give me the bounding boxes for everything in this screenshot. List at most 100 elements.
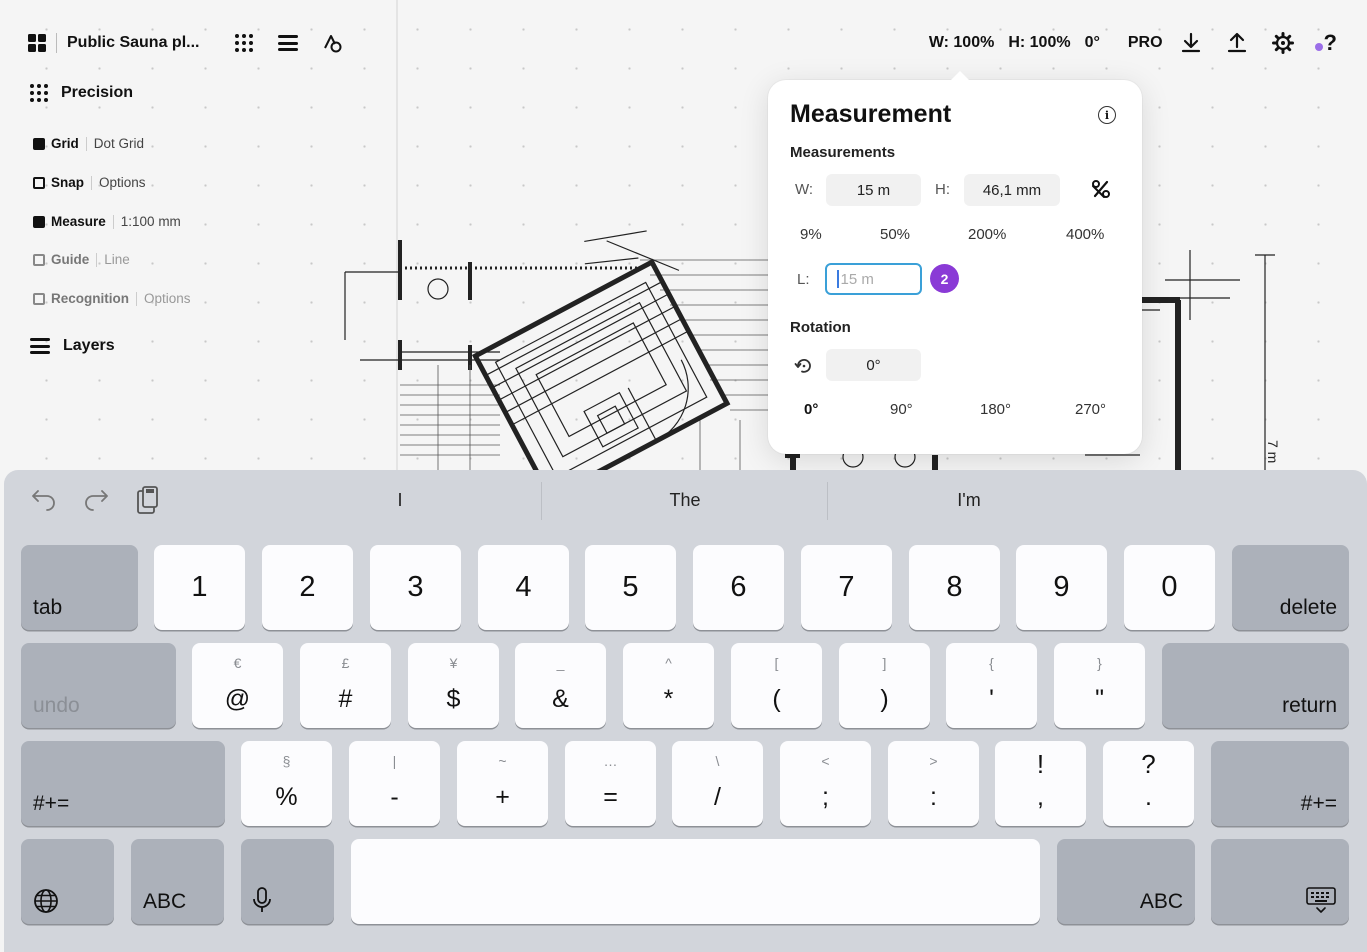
key-char: + xyxy=(495,783,510,811)
delete-key[interactable]: delete xyxy=(1232,545,1349,630)
key-equals[interactable]: … = xyxy=(565,741,656,826)
settings-gear-icon[interactable] xyxy=(1271,31,1295,55)
scale-preset-9[interactable]: 9% xyxy=(800,226,822,243)
tab-key[interactable]: tab xyxy=(21,545,138,630)
option-snap[interactable]: Snap Options xyxy=(33,175,146,190)
redo-arrow-icon[interactable] xyxy=(82,488,110,514)
option-guide[interactable]: Guide Line xyxy=(33,252,130,267)
more-symbols-key-right[interactable]: #+= xyxy=(1211,741,1349,826)
key-7[interactable]: 7 xyxy=(801,545,892,630)
grid-type-value[interactable]: Dot Grid xyxy=(94,136,144,151)
key-2[interactable]: 2 xyxy=(262,545,353,630)
key-char: / xyxy=(714,783,721,811)
paste-clipboard-icon[interactable] xyxy=(134,485,162,517)
width-percent-readout[interactable]: W: 100% xyxy=(929,34,995,52)
guide-checkbox[interactable] xyxy=(33,253,45,266)
length-input[interactable]: 15 m xyxy=(825,263,922,295)
share-upload-icon[interactable] xyxy=(1225,31,1249,55)
snap-checkbox[interactable] xyxy=(33,176,45,189)
return-key[interactable]: return xyxy=(1162,643,1349,728)
document-title[interactable]: Public Sauna pl... xyxy=(67,34,199,52)
recognition-checkbox[interactable] xyxy=(33,292,45,305)
key-8[interactable]: 8 xyxy=(909,545,1000,630)
scale-preset-400[interactable]: 400% xyxy=(1066,226,1104,243)
option-grid[interactable]: Grid Dot Grid xyxy=(33,136,144,151)
key-5[interactable]: 5 xyxy=(585,545,676,630)
height-field[interactable]: 46,1 mm xyxy=(964,174,1060,206)
abc-key-left[interactable]: ABC xyxy=(131,839,224,924)
info-icon[interactable]: i xyxy=(1098,106,1116,124)
undo-arrow-icon[interactable] xyxy=(30,488,58,514)
key-semicolon[interactable]: <; xyxy=(780,741,871,826)
key-0[interactable]: 0 xyxy=(1124,545,1215,630)
key-open-paren[interactable]: [( xyxy=(731,643,822,728)
text-caret xyxy=(837,270,839,288)
option-measure[interactable]: Measure 1:100 mm xyxy=(33,214,181,229)
key-plus[interactable]: ~ + xyxy=(457,741,548,826)
rotation-preset-0[interactable]: 0° xyxy=(804,401,818,418)
hide-keyboard-key[interactable] xyxy=(1211,839,1349,924)
rotation-readout[interactable]: 0° xyxy=(1085,34,1100,52)
width-field[interactable]: 15 m xyxy=(826,174,921,206)
measure-checkbox[interactable] xyxy=(33,215,45,228)
rotation-preset-90[interactable]: 90° xyxy=(890,401,913,418)
key-close-paren[interactable]: ]) xyxy=(839,643,930,728)
layers-toggle-button[interactable] xyxy=(271,28,305,58)
key-ampersand[interactable]: _ & xyxy=(515,643,606,728)
rotation-preset-270[interactable]: 270° xyxy=(1075,401,1106,418)
guide-type-value[interactable]: Line xyxy=(104,252,130,267)
download-icon[interactable] xyxy=(1179,31,1203,55)
key-alt-char: [ xyxy=(774,655,779,671)
key-hash[interactable]: £ # xyxy=(300,643,391,728)
drawing-canvas[interactable]: 7 m xyxy=(0,0,1367,470)
key-hyphen[interactable]: | - xyxy=(349,741,440,826)
help-button[interactable]: ? xyxy=(1314,30,1337,56)
key-6[interactable]: 6 xyxy=(693,545,784,630)
rotation-preset-180[interactable]: 180° xyxy=(980,401,1011,418)
option-divider xyxy=(96,252,98,267)
globe-key[interactable] xyxy=(21,839,114,924)
height-percent-readout[interactable]: H: 100% xyxy=(1008,34,1070,52)
suggestion-2[interactable]: The xyxy=(585,490,785,511)
scale-preset-200[interactable]: 200% xyxy=(968,226,1006,243)
key-period[interactable]: ?. xyxy=(1103,741,1194,826)
floor-plan-drawing[interactable]: 7 m xyxy=(0,0,1367,470)
suggestion-3[interactable]: I'm xyxy=(869,490,1069,511)
key-at[interactable]: € @ xyxy=(192,643,283,728)
key-asterisk[interactable]: ^ * xyxy=(623,643,714,728)
unlink-percent-icon[interactable] xyxy=(1090,178,1112,200)
recognition-options-link[interactable]: Options xyxy=(144,291,191,306)
precision-toggle-button[interactable] xyxy=(227,28,261,58)
layers-header[interactable]: Layers xyxy=(30,337,115,355)
option-recognition[interactable]: Recognition Options xyxy=(33,291,191,306)
grid-checkbox[interactable] xyxy=(33,137,45,150)
keyboard-shortcut-bar: I The I'm xyxy=(4,470,1367,532)
key-4[interactable]: 4 xyxy=(478,545,569,630)
suggestion-1[interactable]: I xyxy=(300,490,500,511)
rotation-field[interactable]: 0° xyxy=(826,349,921,381)
dictation-key[interactable] xyxy=(241,839,334,924)
abc-key-right[interactable]: ABC xyxy=(1057,839,1195,924)
key-percent[interactable]: §% xyxy=(241,741,332,826)
key-9[interactable]: 9 xyxy=(1016,545,1107,630)
key-comma[interactable]: !, xyxy=(995,741,1086,826)
scale-preset-50[interactable]: 50% xyxy=(880,226,910,243)
key-apostrophe[interactable]: {' xyxy=(946,643,1037,728)
key-dollar[interactable]: ¥ $ xyxy=(408,643,499,728)
key-3[interactable]: 3 xyxy=(370,545,461,630)
key-colon[interactable]: >: xyxy=(888,741,979,826)
rotate-icon[interactable] xyxy=(794,356,814,376)
return-key-label: return xyxy=(1282,694,1337,717)
key-slash[interactable]: \ / xyxy=(672,741,763,826)
key-quote[interactable]: } " xyxy=(1054,643,1145,728)
measure-scale-value[interactable]: 1:100 mm xyxy=(121,214,181,229)
space-bar[interactable] xyxy=(351,839,1040,924)
more-symbols-key-left[interactable]: #+= xyxy=(21,741,225,826)
apps-grid-icon[interactable] xyxy=(28,34,46,52)
key-1[interactable]: 1 xyxy=(154,545,245,630)
pro-button[interactable]: PRO xyxy=(1128,34,1163,52)
shapes-button[interactable] xyxy=(315,28,349,58)
snap-options-link[interactable]: Options xyxy=(99,175,146,190)
undo-key[interactable]: undo xyxy=(21,643,176,728)
precision-header[interactable]: Precision xyxy=(30,84,133,102)
